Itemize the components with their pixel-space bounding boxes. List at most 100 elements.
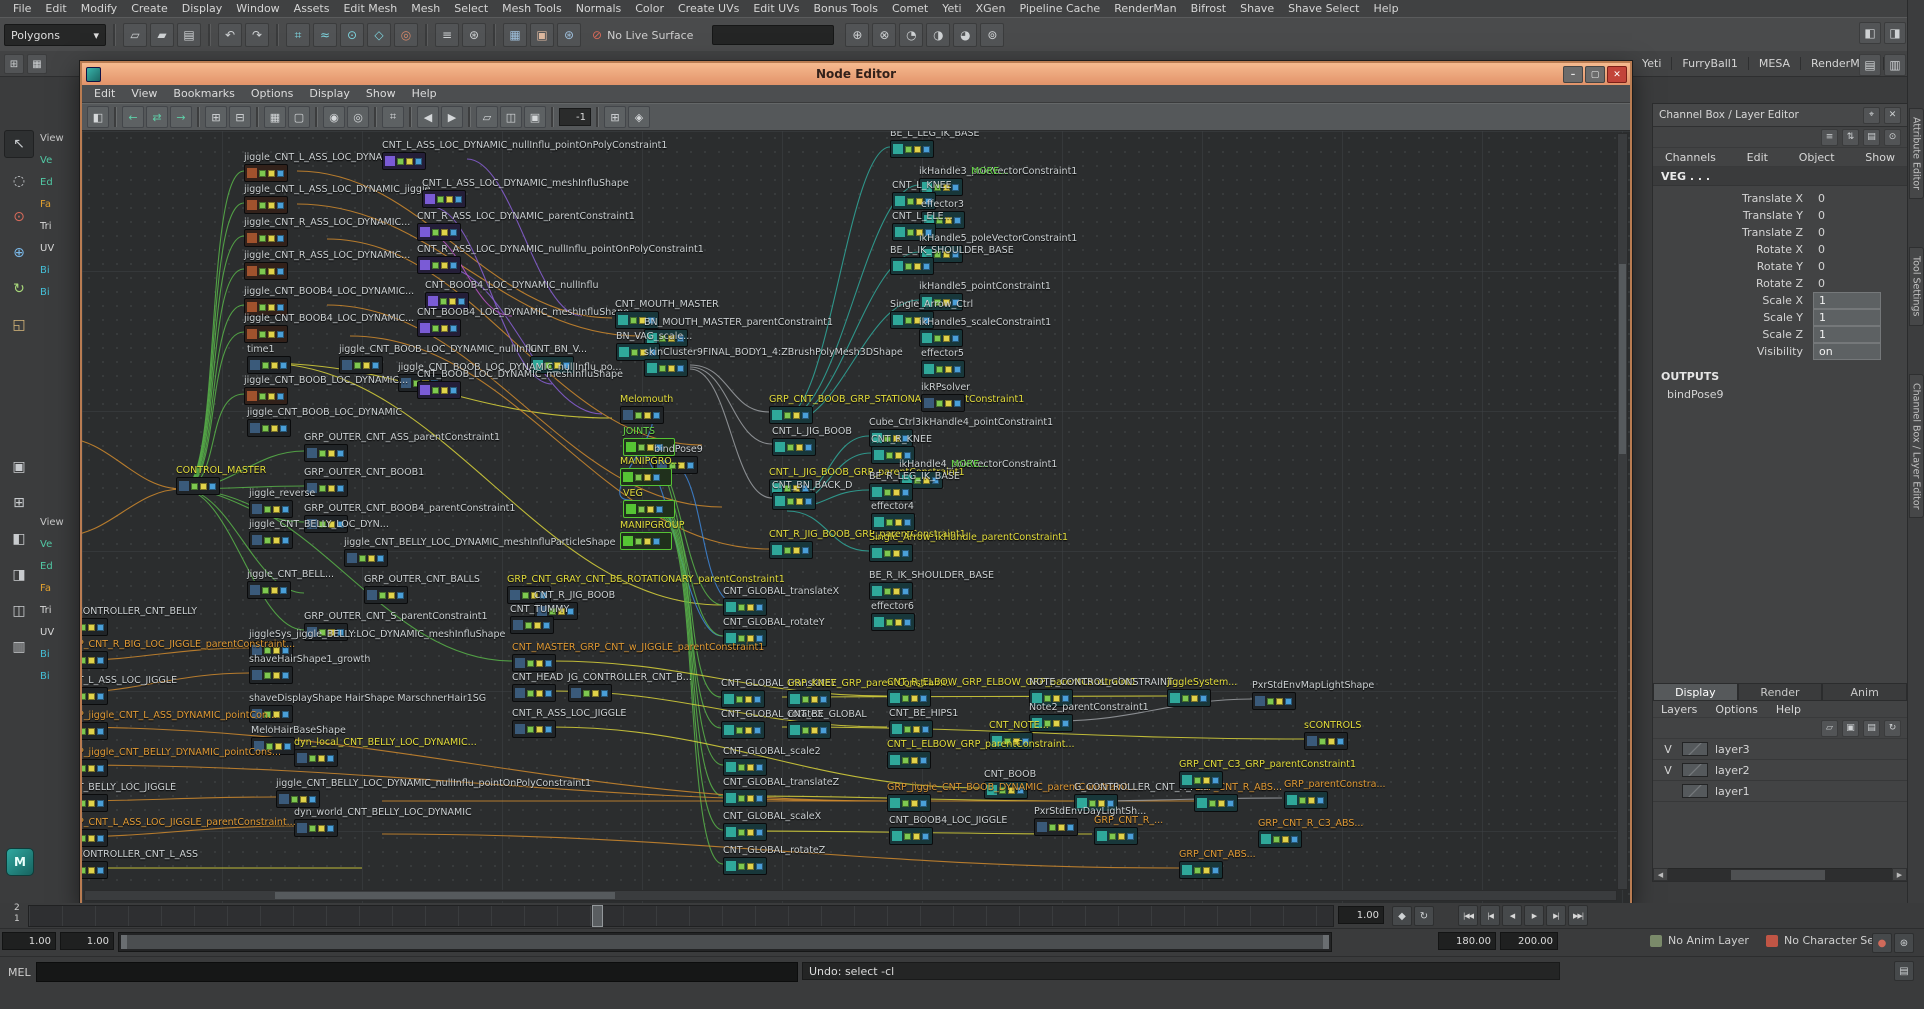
message-port-icon[interactable] — [277, 268, 284, 275]
input-port-icon[interactable] — [446, 196, 453, 203]
node-body[interactable] — [244, 164, 288, 182]
construction-icon[interactable]: ⊛ — [462, 23, 486, 47]
message-port-icon[interactable] — [545, 660, 552, 667]
output-port-icon[interactable] — [397, 158, 404, 165]
graph-node[interactable]: GRP_jiggle_CNT_BELLY_DYNAMIC_pointCons..… — [82, 759, 108, 777]
message-port-icon[interactable] — [802, 412, 809, 419]
message-port-icon[interactable] — [756, 604, 763, 611]
message-port-icon[interactable] — [802, 547, 809, 554]
graph-node[interactable]: effector5 — [921, 360, 965, 378]
node-body[interactable] — [1167, 689, 1211, 707]
message-port-icon[interactable] — [902, 489, 909, 496]
message-port-icon[interactable] — [97, 867, 104, 874]
attribute-value[interactable]: 1 — [1813, 309, 1881, 326]
node-body[interactable] — [921, 360, 965, 378]
close-panel-icon[interactable]: ✕ — [1884, 107, 1901, 124]
render-icon[interactable]: ▦ — [503, 23, 527, 47]
graph-node[interactable]: CNT_R_ASS_LOC_DYNAMIC_parentConstraint1 — [417, 223, 461, 241]
pane-layout-left-icon[interactable]: ◧ — [5, 526, 33, 552]
anim-layer-status[interactable]: No Anim Layer — [1650, 934, 1749, 947]
message-port-icon[interactable] — [952, 335, 959, 342]
output-port-icon[interactable] — [1194, 867, 1201, 874]
node-body[interactable] — [887, 689, 931, 707]
node-body[interactable] — [304, 444, 348, 462]
node-editor-menu-options[interactable]: Options — [243, 87, 301, 100]
message-port-icon[interactable] — [277, 170, 284, 177]
playback-end-field[interactable]: 180.00 — [1438, 932, 1496, 950]
graph-node[interactable]: CNT_GLOBAL_translateX — [723, 598, 767, 616]
output-port-icon[interactable] — [82, 800, 86, 807]
node-body[interactable] — [787, 721, 831, 739]
node-graph[interactable]: jiggle_CNT_L_ASS_LOC_DYNAMIC...CNT_L_ASS… — [82, 131, 1630, 903]
move-tool-icon[interactable]: ⊕ — [5, 240, 33, 266]
node-body[interactable] — [512, 654, 556, 672]
graph-node[interactable]: time1 — [247, 356, 291, 374]
output-port-icon[interactable] — [583, 690, 590, 697]
snap-grid-icon[interactable]: ⌗ — [286, 23, 310, 47]
node-body[interactable] — [1094, 827, 1138, 845]
range-slider[interactable] — [118, 932, 1332, 952]
message-port-icon[interactable] — [687, 462, 694, 469]
message-port-icon[interactable] — [904, 619, 911, 626]
output-port-icon[interactable] — [264, 506, 271, 513]
node-body[interactable] — [620, 532, 672, 550]
channel-menu-object[interactable]: Object — [1799, 151, 1835, 164]
node-body[interactable] — [244, 262, 288, 280]
input-port-icon[interactable] — [268, 268, 275, 275]
output-port-icon[interactable] — [262, 587, 269, 594]
scale-tool-icon[interactable]: ◱ — [5, 312, 33, 338]
message-port-icon[interactable] — [543, 622, 550, 629]
output-port-icon[interactable] — [886, 619, 893, 626]
node-body[interactable] — [787, 690, 831, 708]
message-port-icon[interactable] — [754, 696, 761, 703]
play-forward-button[interactable]: ▶ — [1524, 905, 1544, 926]
node-body[interactable] — [512, 720, 556, 738]
input-port-icon[interactable] — [273, 506, 280, 513]
input-port-icon[interactable] — [441, 387, 448, 394]
input-port-icon[interactable] — [943, 335, 950, 342]
graph-node[interactable]: MANIPGROUP — [620, 532, 672, 550]
auto-keyframe-icon[interactable]: ● — [1872, 933, 1892, 953]
graph-node[interactable]: CNT_GLOBAL_rotateX — [721, 721, 765, 739]
message-port-icon[interactable] — [1062, 720, 1069, 727]
output-port-icon[interactable] — [936, 366, 943, 373]
graph-node[interactable]: CNT_L_JIG_BOOB — [772, 438, 816, 456]
input-port-icon[interactable] — [893, 588, 900, 595]
graph-node[interactable]: jiggle_CNT_BOOB_LOC_DYNAMIC_nullInflu — [339, 356, 383, 374]
menu-assets[interactable]: Assets — [287, 2, 337, 15]
graph-node[interactable]: CNT_GLOBAL_scale2 — [723, 758, 767, 776]
four-pane-layout-icon[interactable]: ⊞ — [5, 490, 33, 516]
menu-comet[interactable]: Comet — [885, 2, 935, 15]
output-port-icon[interactable] — [635, 474, 642, 481]
node-editor-menu-show[interactable]: Show — [358, 87, 404, 100]
message-port-icon[interactable] — [923, 263, 930, 270]
output-port-icon[interactable] — [1194, 777, 1201, 784]
layer-visibility-toggle[interactable]: V — [1661, 764, 1675, 777]
input-port-icon[interactable] — [895, 519, 902, 526]
new-layer-selected-icon[interactable]: ▤ — [1863, 720, 1880, 737]
message-port-icon[interactable] — [1227, 800, 1234, 807]
input-port-icon[interactable] — [441, 229, 448, 236]
history-icon[interactable]: ≡ — [435, 23, 459, 47]
input-port-icon[interactable] — [747, 635, 754, 642]
menu-renderman[interactable]: RenderMan — [1107, 2, 1183, 15]
input-port-icon[interactable] — [913, 833, 920, 840]
output-port-icon[interactable] — [738, 635, 745, 642]
message-port-icon[interactable] — [458, 298, 465, 305]
menu-shave[interactable]: Shave — [1233, 2, 1281, 15]
graph-node[interactable]: CNT_MASTER_GRP_CNT_w_JIGGLE_parentConstr… — [512, 654, 556, 672]
output-port-icon[interactable] — [1209, 800, 1216, 807]
node-body[interactable] — [1194, 794, 1238, 812]
message-port-icon[interactable] — [282, 506, 289, 513]
input-port-icon[interactable] — [88, 800, 95, 807]
graph-node[interactable]: CNT_GLOBAL_translateY — [721, 690, 765, 708]
output-port-icon[interactable] — [259, 304, 266, 311]
toggle-create-bar-icon[interactable]: ◧ — [87, 106, 109, 128]
message-port-icon[interactable] — [97, 693, 104, 700]
input-port-icon[interactable] — [745, 727, 752, 734]
go-to-start-button[interactable]: |◀◀ — [1458, 905, 1478, 926]
node-body[interactable] — [82, 651, 108, 669]
tab-anim[interactable]: Anim — [1822, 683, 1907, 701]
output-port-icon[interactable] — [738, 795, 745, 802]
layer-color-swatch[interactable] — [1682, 763, 1708, 777]
